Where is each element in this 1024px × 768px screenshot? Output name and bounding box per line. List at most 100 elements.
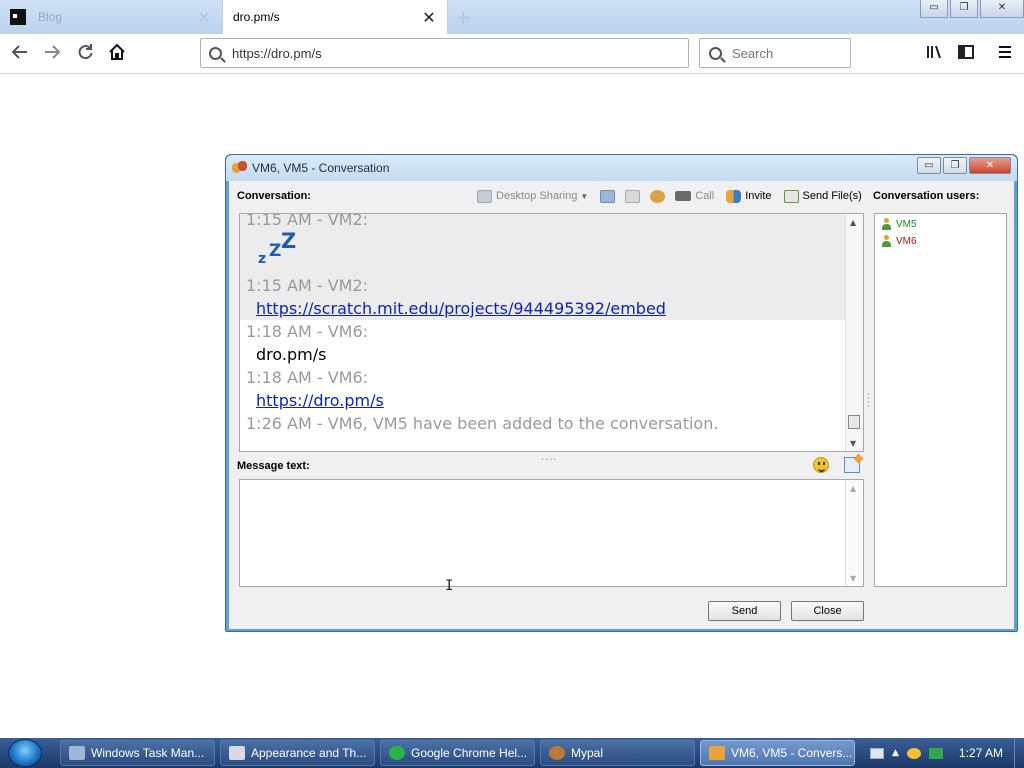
book-icon[interactable] [600,189,616,203]
start-button[interactable] [8,739,42,767]
sleeping-emoticon: z Z Z [258,229,297,267]
call-button[interactable]: Call [675,190,714,202]
taskbar-item-label: Appearance and Th... [251,746,367,760]
notification-icon[interactable] [906,747,921,759]
restore-button[interactable]: ❐ [943,157,967,174]
desktop-sharing-button[interactable]: Desktop Sharing ▼ [477,189,589,203]
history-scrollbar[interactable]: ▲ ▼ [845,214,863,451]
windows-taskbar: Windows Task Man... Appearance and Th...… [0,738,1024,768]
close-button[interactable]: Close [791,601,864,621]
message-entry: 1:18 AM - VM6: dro.pm/s [240,320,846,366]
minimize-button[interactable]: ▭ [917,157,941,174]
user-name: VM5 [896,219,917,230]
keyboard-icon[interactable] [870,747,884,759]
splitter-grip[interactable]: ···· [541,455,558,466]
send-files-label: Send File(s) [802,190,862,202]
restore-button[interactable]: ❐ [950,0,978,18]
taskbar-item-chrome-helper[interactable]: Google Chrome Hel... [380,740,535,766]
message-timestamp: 1:15 AM - VM2: [246,276,369,295]
taskbar-item-label: Windows Task Man... [91,746,205,760]
send-button[interactable]: Send [708,601,781,621]
smiley-icon[interactable] [813,457,829,473]
user-item-vm6[interactable]: VM6 [875,233,1006,250]
show-hidden-icons-icon[interactable]: ▲ [892,748,899,759]
dropdown-arrow-icon: ▼ [580,191,589,201]
reload-icon[interactable] [73,42,97,66]
invite-users-icon [726,189,742,203]
scroll-down-arrow-icon[interactable]: ▼ [850,439,856,448]
invite-label: Invite [745,190,772,202]
scroll-up-arrow-icon[interactable]: ▲ [850,484,856,493]
search-input[interactable]: Search [699,38,851,68]
scrollbar-thumb[interactable] [848,415,860,429]
input-scrollbar[interactable]: ▲ ▼ [845,480,863,586]
message-timestamp: 1:18 AM - VM6: [246,368,369,387]
back-arrow-icon[interactable] [8,42,32,66]
new-tab-button[interactable]: + [455,5,472,29]
browser-navbar: https://dro.pm/s Search [0,34,1024,74]
message-link[interactable]: https://scratch.mit.edu/projects/9444953… [256,299,666,318]
vertical-splitter-grip[interactable]: · · · · [867,391,871,412]
forward-arrow-icon[interactable] [40,42,64,66]
task-manager-icon [69,746,85,760]
taskbar-item-label: VM6, VM5 - Convers... [731,746,853,760]
conversation-label: Conversation: [237,190,311,202]
conversation-users-list: VM5 VM6 [874,213,1007,587]
text-format-icon[interactable] [844,457,860,473]
conversation-window: VM6, VM5 - Conversation ▭ ❐ ✕ Conversati… [225,154,1018,632]
close-button[interactable]: ✕ [969,157,1011,174]
desktop-sharing-label: Desktop Sharing [496,190,578,202]
tab-title: dro.pm/s [233,10,280,24]
conversation-body: Conversation: Desktop Sharing ▼ Call Inv… [229,181,1014,629]
home-icon[interactable] [105,42,129,66]
minimize-button[interactable]: ▭ [920,0,948,18]
camera-icon [675,191,692,201]
scroll-down-arrow-icon[interactable]: ▼ [850,574,856,583]
user-item-vm5[interactable]: VM5 [875,216,1006,233]
invite-button[interactable]: Invite [726,189,772,203]
url-text: https://dro.pm/s [232,45,322,61]
conversation-title: VM6, VM5 - Conversation [252,161,390,175]
tab-dro-pm[interactable]: dro.pm/s ✕ [222,0,448,34]
clock[interactable]: 1:27 AM [959,746,1003,760]
network-icon[interactable] [928,747,943,759]
control-panel-icon [229,746,245,760]
message-text: dro.pm/s [256,345,327,364]
menu-icon[interactable] [993,42,1017,66]
sidebar-icon[interactable] [954,42,978,66]
tab-close-icon[interactable]: ✕ [196,8,212,27]
search-icon [209,46,222,60]
taskbar-item-label: Mypal [571,746,604,760]
send-files-button[interactable]: Send File(s) [783,189,862,203]
system-tray: ▲ 1:27 AM [870,738,1003,768]
chrome-icon [389,746,405,760]
message-text-label: Message text: [237,460,310,472]
tab-close-icon[interactable]: ✕ [421,8,437,27]
message-input[interactable]: I ▲ ▼ [239,479,864,594]
user-icon [881,218,892,231]
taskbar-item-appearance[interactable]: Appearance and Th... [220,740,375,766]
taskbar-item-label: Google Chrome Hel... [411,746,528,760]
notes-icon[interactable] [625,189,641,203]
taskbar-item-conversation[interactable]: VM6, VM5 - Convers... [700,740,855,766]
mypal-icon [549,746,565,760]
message-link[interactable]: https://dro.pm/s [256,391,384,410]
message-history[interactable]: 1:15 AM - VM2: z Z Z 1:15 AM - VM2: http… [239,213,864,452]
conversation-titlebar[interactable]: VM6, VM5 - Conversation ▭ ❐ ✕ [226,155,1017,181]
conversation-app-icon [709,746,725,760]
message-entry: 1:15 AM - VM2: z Z Z [240,214,846,274]
library-icon[interactable] [922,42,946,66]
text-cursor-icon: I [445,578,454,594]
system-message: 1:26 AM - VM6, VM5 have been added to th… [246,414,719,433]
show-desktop-button[interactable] [1014,738,1024,768]
taskbar-item-task-manager[interactable]: Windows Task Man... [60,740,215,766]
url-bar[interactable]: https://dro.pm/s [200,38,689,68]
scroll-up-arrow-icon[interactable]: ▲ [850,218,856,227]
tab-blog[interactable]: Blog ✕ [0,0,222,34]
close-button[interactable]: ✕ [980,0,1024,18]
message-entry: 1:26 AM - VM6, VM5 have been added to th… [240,412,846,435]
blog-favicon-icon [10,9,26,25]
message-entry: 1:18 AM - VM6: https://dro.pm/s [240,366,846,412]
cookie-icon[interactable] [650,189,666,203]
taskbar-item-mypal[interactable]: Mypal [540,740,695,766]
